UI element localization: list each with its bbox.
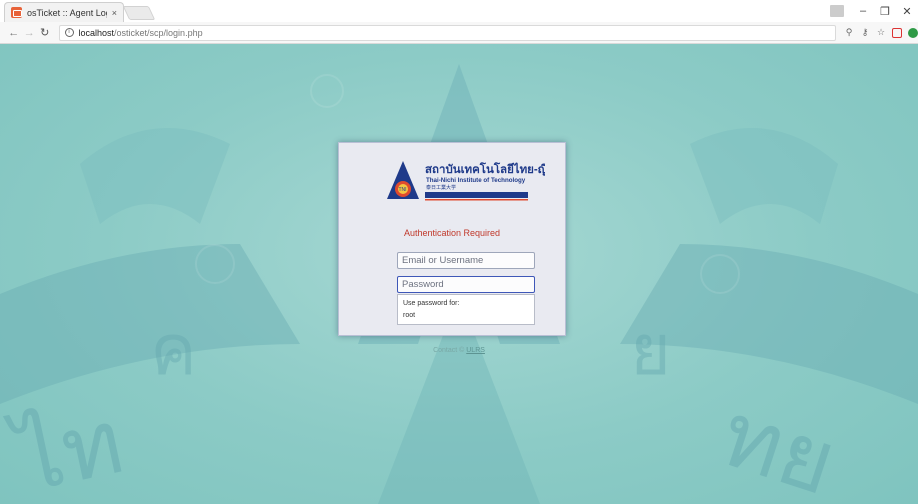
- key-icon[interactable]: ⚷: [860, 27, 870, 38]
- svg-text:泰日工業大学: 泰日工業大学: [426, 184, 456, 191]
- address-toolbar: ← → ↻ i localhost /osticket/scp/login.ph…: [0, 22, 918, 44]
- tni-logo: TNI สถาบันเทคโนโลยีไทย-ญี่ปุ่น Thai-Nich…: [387, 160, 545, 201]
- back-arrow-icon[interactable]: ←: [6, 27, 22, 39]
- browser-tab[interactable]: osTicket :: Agent Login ×: [4, 2, 124, 22]
- watermark-circle: [700, 254, 740, 294]
- zoom-icon[interactable]: ⚲: [844, 27, 854, 38]
- svg-text:Thai-Nichi Institute of Techno: Thai-Nichi Institute of Technology: [426, 177, 526, 184]
- tab-title: osTicket :: Agent Login: [27, 7, 107, 18]
- watermark-circle: [195, 244, 235, 284]
- tab-close-icon[interactable]: ×: [112, 8, 117, 18]
- login-page-background: ไท ทย ค ย TNI สถาบันเทคโนโลยีไทย-ญี่ปุ่น…: [0, 44, 918, 504]
- contact-link[interactable]: ULRS: [466, 347, 485, 354]
- svg-text:สถาบันเทคโนโลยีไทย-ญี่ปุ่น: สถาบันเทคโนโลยีไทย-ญี่ปุ่น: [425, 160, 545, 177]
- url-input[interactable]: i localhost /osticket/scp/login.php: [58, 24, 836, 41]
- new-tab-button[interactable]: [122, 6, 156, 20]
- svg-text:ไท: ไท: [2, 391, 131, 504]
- contact-footer: Contact © ULRS: [0, 347, 918, 354]
- url-path: /osticket/scp/login.php: [114, 27, 203, 38]
- browser-tab-bar: osTicket :: Agent Login × – ❐ ✕: [0, 0, 918, 22]
- autofill-user-option[interactable]: root: [403, 310, 529, 322]
- svg-text:TNI: TNI: [399, 187, 407, 193]
- pdf-extension-icon[interactable]: [891, 27, 902, 38]
- contact-prefix: Contact ©: [433, 347, 465, 354]
- reload-icon[interactable]: ↻: [37, 26, 53, 39]
- minimize-icon[interactable]: –: [852, 5, 874, 17]
- password-autofill-dropdown[interactable]: Use password for: root: [397, 294, 535, 325]
- site-info-icon[interactable]: i: [64, 28, 74, 37]
- forward-arrow-icon[interactable]: →: [22, 27, 38, 39]
- url-host: localhost: [78, 27, 115, 38]
- window-controls: – ❐ ✕: [830, 0, 918, 22]
- password-input[interactable]: Password: [397, 276, 535, 293]
- email-username-input[interactable]: Email or Username: [397, 252, 535, 269]
- autofill-hint: Use password for:: [403, 300, 460, 307]
- restore-icon[interactable]: ❐: [874, 5, 896, 18]
- svg-text:ทย: ทย: [710, 385, 847, 504]
- close-window-icon[interactable]: ✕: [896, 5, 918, 18]
- extension-green-icon[interactable]: [907, 27, 918, 38]
- auth-required-message: Authentication Required: [403, 228, 501, 238]
- user-profile-icon[interactable]: [830, 5, 844, 17]
- login-box: TNI สถาบันเทคโนโลยีไทย-ญี่ปุ่น Thai-Nich…: [338, 142, 566, 336]
- extension-icons: ⚲ ⚷ ☆: [844, 27, 918, 38]
- bookmark-star-icon[interactable]: ☆: [876, 27, 886, 38]
- watermark-circle: [310, 74, 344, 108]
- osticket-favicon-icon: [11, 7, 22, 18]
